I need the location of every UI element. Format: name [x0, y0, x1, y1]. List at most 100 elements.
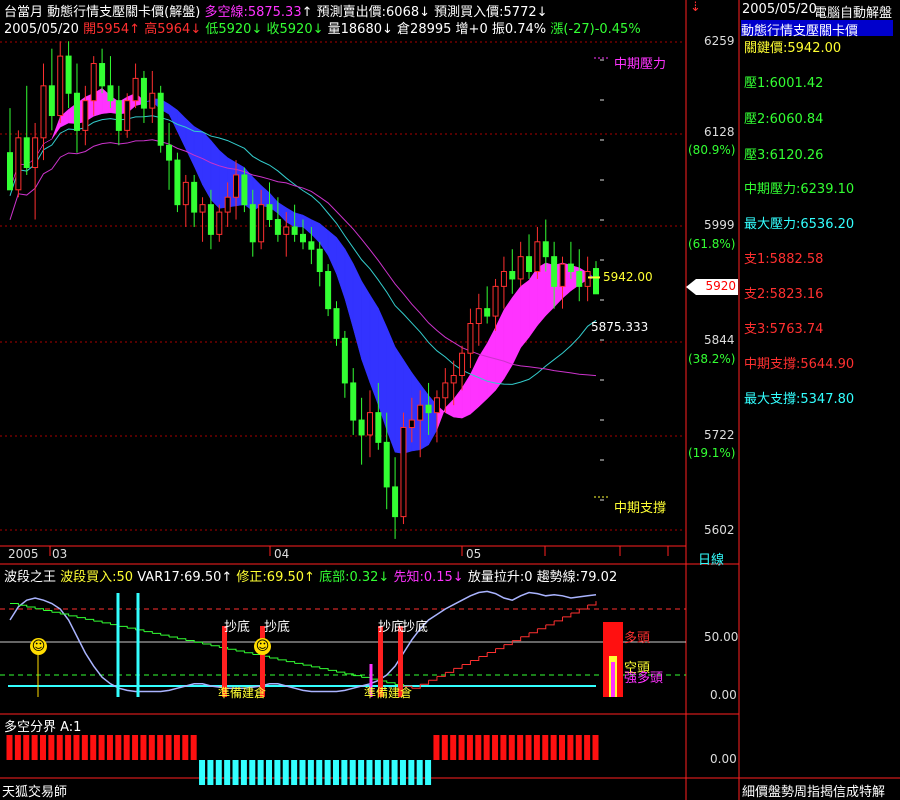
candle-body: [325, 271, 332, 310]
sidebar-item[interactable]: 最大支撐:5347.80: [744, 388, 854, 407]
step-line-segment: [303, 664, 312, 667]
sidebar-item[interactable]: 壓2:6060.84: [744, 108, 823, 127]
sidebar-item[interactable]: 壓1:6001.42: [744, 72, 823, 91]
bull-block: [31, 735, 38, 760]
band-segment: [352, 263, 362, 360]
current-price-tag: 5920: [686, 279, 738, 295]
candle-body: [82, 100, 89, 131]
bull-block: [542, 735, 549, 760]
prophet-value: 先知:0.15: [393, 570, 453, 585]
bull-block: [533, 735, 540, 760]
candle-body: [408, 419, 415, 428]
candle-body: [233, 174, 240, 198]
price-tick: 5999: [704, 218, 735, 232]
price-tick: 5602: [704, 523, 735, 537]
step-line-segment: [319, 668, 329, 671]
bull-block: [39, 735, 46, 760]
price-tick: 5722: [704, 428, 735, 442]
low-value: 低5920: [205, 22, 252, 37]
bull-block: [73, 735, 80, 760]
bull-block: [23, 735, 30, 760]
sidebar-subtitle[interactable]: 動態行情支壓關卡價: [741, 20, 893, 39]
wave-axis-tick: 50.00: [704, 630, 739, 644]
down-arrow-icon: ↓: [190, 22, 202, 37]
band-segment: [344, 247, 354, 329]
price-tick: 6259: [704, 34, 735, 48]
candle-body: [534, 241, 541, 273]
candle-body: [567, 263, 574, 273]
band-segment: [386, 326, 396, 453]
bull-bear-tag: 5875.333: [591, 320, 649, 334]
step-line-segment: [269, 657, 279, 660]
bull-block: [140, 735, 147, 760]
candle-body: [341, 337, 348, 384]
bottom-tabs[interactable]: 細價盤勢周指揭信成特解: [742, 781, 900, 800]
scroll-arrow-icon[interactable]: ⇣: [690, 0, 701, 15]
sidebar-item[interactable]: 關鍵價:5942.00: [744, 37, 841, 56]
candle-body: [459, 352, 466, 377]
band-segment: [378, 308, 387, 431]
band-segment: [453, 387, 463, 419]
step-line-segment: [570, 609, 580, 614]
bear-block: [391, 760, 398, 785]
candle-body: [249, 204, 256, 243]
step-line-segment: [143, 631, 153, 634]
bull-block: [182, 735, 189, 760]
candle-body: [283, 226, 290, 235]
bear-block: [408, 760, 415, 785]
date-value: 2005/05/20: [4, 22, 79, 37]
step-line-segment: [244, 652, 254, 655]
band-segment: [336, 236, 346, 299]
price-tick: 5844: [704, 333, 735, 347]
up-arrow-icon: ↑: [304, 570, 315, 585]
step-line-segment: [336, 671, 346, 674]
candle-body: [274, 219, 281, 235]
sidebar-item[interactable]: 支2:5823.16: [744, 283, 823, 302]
sidebar-item[interactable]: 中期支撐:5644.90: [744, 353, 854, 372]
candle-body: [475, 308, 482, 325]
candle-body: [417, 404, 424, 421]
candle-body: [316, 248, 323, 273]
sidebar-item[interactable]: 最大壓力:6536.20: [744, 213, 854, 232]
candle-body: [258, 204, 265, 243]
band-segment: [294, 212, 304, 228]
band-segment: [210, 139, 220, 209]
bull-block: [98, 735, 105, 760]
wave-signal-bar: [136, 593, 140, 697]
candle-body: [584, 271, 591, 287]
band-segment: [302, 214, 312, 235]
strong-bull-label: 強多頭: [624, 671, 664, 686]
candle-body: [425, 404, 432, 414]
candle-body: [442, 382, 449, 399]
bear-block: [257, 760, 264, 785]
step-line-segment: [487, 648, 497, 654]
fib-pct-label: (38.2%): [688, 352, 736, 366]
step-line-segment: [118, 625, 128, 629]
step-line-segment: [10, 603, 19, 606]
candle-body: [492, 285, 499, 317]
band-segment: [495, 309, 505, 392]
sidebar-item[interactable]: 支3:5763.74: [744, 318, 823, 337]
band-segment: [528, 266, 538, 339]
step-line-segment: [152, 632, 162, 636]
period-button[interactable]: 日線: [698, 549, 724, 568]
sidebar-item[interactable]: 壓3:6120.26: [744, 144, 823, 163]
bull-block: [441, 735, 448, 760]
bull-block: [190, 735, 197, 760]
bear-block: [282, 760, 289, 785]
fix-value: 修正:69.50: [236, 570, 305, 585]
band-segment: [202, 130, 212, 201]
candle-body: [593, 268, 599, 295]
sidebar-item[interactable]: 支1:5882.58: [744, 248, 823, 267]
sidebar-item[interactable]: 中期壓力:6239.10: [744, 178, 854, 197]
bear-block: [332, 760, 339, 785]
wave-axis-tick: 0.00: [710, 688, 737, 702]
band-segment: [286, 207, 295, 228]
bear-block: [291, 760, 298, 785]
down-arrow-icon: ↓: [378, 570, 390, 585]
candle-body: [375, 412, 382, 443]
candle-body: [182, 181, 189, 206]
candle-body: [266, 204, 273, 221]
bear-block: [232, 760, 239, 785]
step-line-segment: [194, 641, 204, 644]
